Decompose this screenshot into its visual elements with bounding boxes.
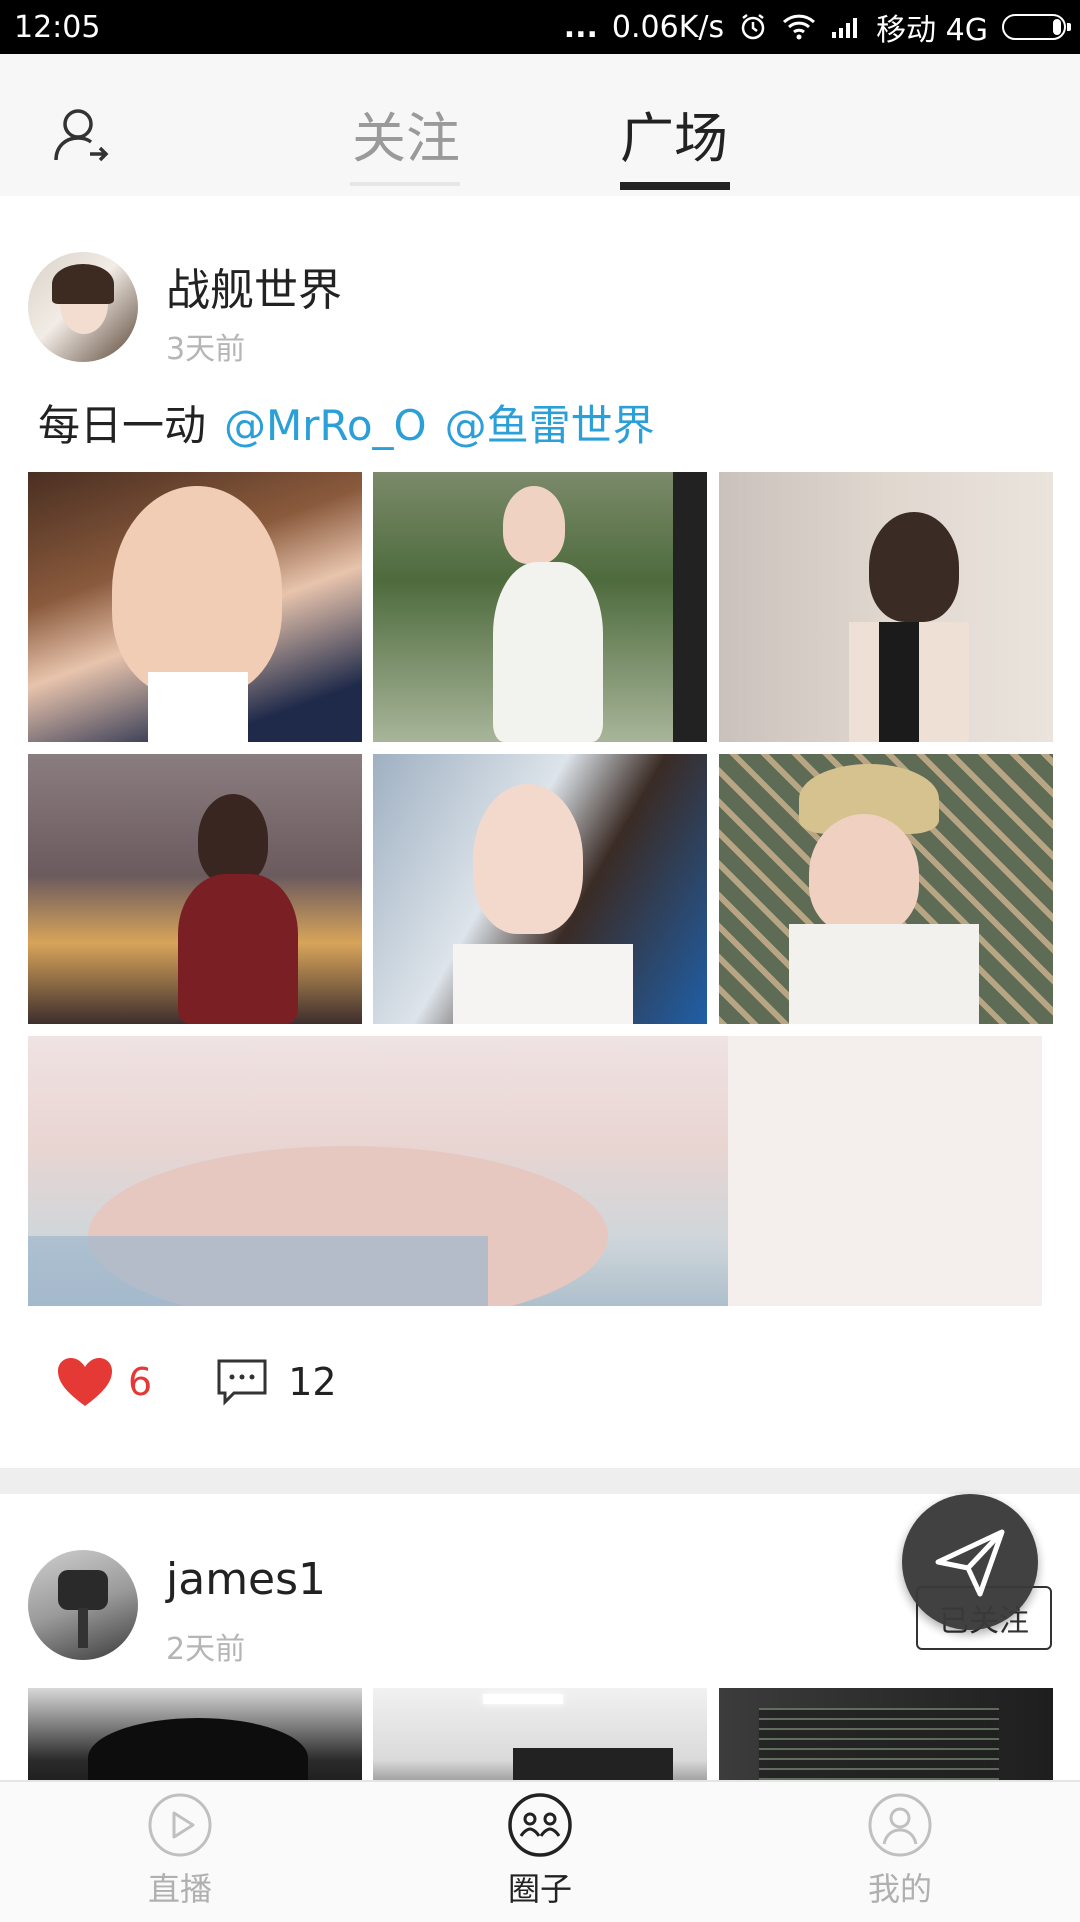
post-actions: 6 12 (56, 1356, 337, 1408)
post-username[interactable]: james1 (166, 1554, 326, 1605)
play-icon (148, 1793, 212, 1857)
tab-follow[interactable]: 关注 (352, 94, 460, 173)
mention-link[interactable]: @鱼雷世界 (445, 401, 655, 450)
person-icon (868, 1793, 932, 1857)
post-body: 每日一动 (38, 401, 207, 450)
post-photo[interactable] (373, 472, 707, 742)
status-dots: ... (563, 9, 598, 45)
heart-icon[interactable] (56, 1356, 114, 1408)
send-icon (935, 1529, 1005, 1597)
tab-square-underline (620, 182, 730, 190)
publish-fab[interactable] (902, 1494, 1038, 1630)
post-card: 战舰世界 3天前 每日一动 @MrRo_O @鱼雷世界 6 12 (0, 196, 1080, 1466)
post-photo[interactable] (28, 1688, 362, 1780)
status-time: 12:05 (14, 9, 101, 45)
nav-item-live[interactable]: 直播 (100, 1792, 260, 1910)
post-photo[interactable] (719, 1688, 1053, 1780)
like-count: 6 (128, 1360, 153, 1404)
nav-item-mine[interactable]: 我的 (820, 1792, 980, 1910)
comment-count: 12 (288, 1360, 337, 1404)
circle-face-icon (508, 1793, 572, 1857)
battery-icon (1002, 14, 1071, 40)
nav-label: 圈子 (507, 1870, 572, 1908)
tab-square[interactable]: 广场 (620, 94, 728, 173)
nav-label: 我的 (867, 1870, 932, 1908)
tab-follow-underline (350, 182, 460, 186)
network-speed: 0.06K/s (611, 9, 725, 45)
post-photo[interactable] (28, 754, 362, 1024)
status-bar: 12:05 ... 0.06K/s 移动 4G (0, 0, 1080, 54)
comment-icon[interactable] (216, 1358, 268, 1406)
post-photo[interactable] (373, 1688, 707, 1780)
alarm-icon (741, 14, 765, 40)
bottom-nav: 直播 圈子 我的 (0, 1780, 1080, 1922)
nav-label: 直播 (147, 1870, 212, 1908)
post-text: 每日一动 @MrRo_O @鱼雷世界 (38, 392, 655, 453)
mention-link[interactable]: @MrRo_O (224, 401, 427, 450)
post-time: 2天前 (166, 1632, 246, 1667)
post-photo[interactable] (373, 754, 707, 1024)
user-switch-icon[interactable] (52, 104, 112, 164)
carrier-label: 移动 4G (876, 13, 988, 48)
post-photo-wide[interactable] (28, 1036, 1042, 1306)
avatar[interactable] (28, 252, 138, 362)
post-photo[interactable] (28, 472, 362, 742)
post-username[interactable]: 战舰世界 (166, 254, 342, 318)
signal-icon (832, 18, 858, 38)
post-time: 3天前 (166, 332, 246, 367)
nav-item-circle[interactable]: 圈子 (460, 1792, 620, 1910)
top-header: 关注 广场 (0, 54, 1080, 196)
post-divider (0, 1468, 1080, 1494)
status-right: ... 0.06K/s 移动 4G (563, 5, 1071, 49)
wifi-icon (783, 14, 816, 40)
post-photo[interactable] (719, 472, 1053, 742)
post-photo[interactable] (719, 754, 1053, 1024)
avatar[interactable] (28, 1550, 138, 1660)
